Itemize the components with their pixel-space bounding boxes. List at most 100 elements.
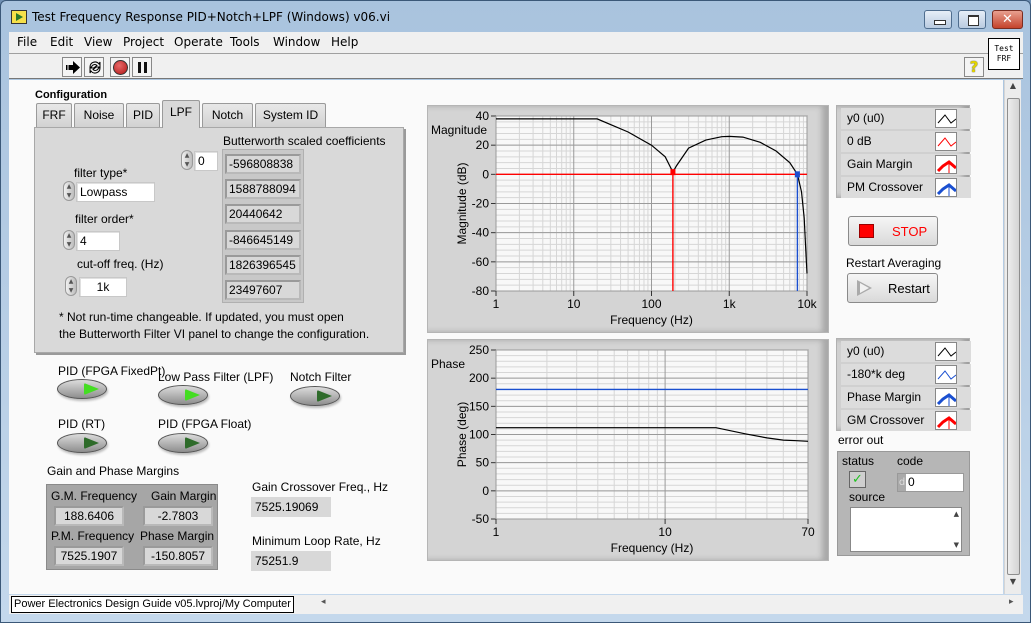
error-code-value: 0 [908,475,915,489]
menu-file[interactable]: File [17,35,37,49]
y-tick-label: 0 [482,484,489,498]
minimize-button[interactable] [924,10,952,29]
legend-label: y0 (u0) [847,111,885,125]
legend-label: Phase Margin [847,390,922,404]
restart-button[interactable]: Restart [847,273,938,303]
legend-item[interactable]: y0 (u0) [841,108,971,129]
led-label-pid-rt: PID (RT) [58,417,106,431]
y-tick-label: -80 [472,284,490,298]
run-arrow-icon [66,61,80,74]
led-pid-rt[interactable] [57,433,107,453]
legend-item[interactable]: -180*k deg [841,364,971,385]
led-notch[interactable] [290,386,340,406]
window-title: Test Frequency Response PID+Notch+LPF (W… [32,10,391,24]
led-label-notch: Notch Filter [290,370,352,384]
menu-operate[interactable]: Operate [174,35,223,49]
filter-order-spinner[interactable]: ▲ ▼ [63,230,75,250]
x-tick-label: 10 [658,525,672,539]
close-button[interactable]: ✕ [992,10,1023,29]
play-triangle-inner [860,283,869,293]
y-tick-label: -40 [472,226,490,240]
error-status-label: status [842,454,875,468]
legend-line-icon [935,388,957,407]
legend-item[interactable]: PM Crossover [841,177,971,198]
legend-line-icon [935,365,957,384]
menu-view[interactable]: View [84,35,112,49]
run-button[interactable] [62,57,82,77]
menu-edit[interactable]: Edit [50,35,73,49]
pm-frequency-label: P.M. Frequency [51,529,135,543]
tab-notch[interactable]: Notch [202,103,253,127]
legend-label: Gain Margin [847,157,913,171]
x-tick-label: 1 [493,297,500,311]
error-source-text: ▲ ▼ [850,507,962,552]
legend-label: GM Crossover [847,413,925,427]
magnitude-graph[interactable]: 40 20 0 -20 -40 -60 -80 1 10 100 1k 10k Frequency (H… [427,105,829,333]
menu-tools[interactable]: Tools [230,35,260,49]
coefficient-3: -846645149 [225,230,301,250]
context-help-button[interactable]: ? [964,57,984,77]
scroll-down-icon[interactable]: ▼ [1005,577,1021,593]
y-tick-label: 50 [476,456,490,470]
x-tick-label: 70 [801,525,815,539]
filter-order-input[interactable]: 4 [76,231,120,251]
scroll-thumb[interactable] [1007,98,1020,575]
y-tick-label: 200 [469,371,489,385]
pause-button[interactable] [132,57,152,77]
gm-frequency-label: G.M. Frequency [51,489,138,503]
menu-window[interactable]: Window [273,35,320,49]
legend-item[interactable]: GM Crossover [841,410,971,431]
legend-item[interactable]: Gain Margin [841,154,971,175]
project-path: Power Electronics Design Guide v05.lvpro… [11,596,294,613]
y-axis-label: Magnitude (dB) [455,162,469,244]
tab-noise[interactable]: Noise [74,103,124,127]
cutoff-freq-input[interactable]: 1k [79,277,127,297]
tab-pid[interactable]: PID [126,103,160,127]
led-pid-fpga-fixedpt[interactable] [57,379,107,399]
restart-label: Restart [888,281,930,296]
legend-item[interactable]: y0 (u0) [841,341,971,362]
phase-graph[interactable]: 250 200 150 100 50 0 -50 1 10 70 Frequency (Hz) Pha… [427,339,829,561]
tab-frf[interactable]: FRF [36,103,72,127]
legend-line-icon [935,132,957,151]
legend-item[interactable]: 0 dB [841,131,971,152]
tab-lpf[interactable]: LPF [162,100,200,128]
run-continuously-button[interactable] [84,57,104,77]
coefficient-5: 23497607 [225,280,301,300]
cutoff-freq-spinner[interactable]: ▲ ▼ [65,276,77,296]
filter-type-ring[interactable]: Lowpass [76,182,155,202]
tab-system-id[interactable]: System ID [255,103,326,127]
legend-line-icon [935,411,957,430]
stop-button[interactable]: STOP [848,216,938,246]
source-scroll-down-icon[interactable]: ▼ [954,541,959,549]
hscroll-left-icon[interactable]: ◂ [321,597,326,607]
coefficient-4: 1826396545 [225,255,301,275]
pm-frequency-value: 7525.1907 [54,546,124,566]
hscroll-right-icon[interactable]: ▸ [1009,597,1014,607]
coef-index-spinner[interactable]: ▲ ▼ [181,150,193,170]
legend-item[interactable]: Phase Margin [841,387,971,408]
menu-help[interactable]: Help [331,35,358,49]
coef-index-input[interactable]: 0 [194,151,218,171]
filter-type-label: filter type* [74,166,128,180]
min-loop-rate-value: 75251.9 [251,551,331,571]
maximize-button[interactable] [958,10,986,29]
led-pid-fpga-float[interactable] [158,433,208,453]
abort-button[interactable] [110,57,130,77]
scroll-up-icon[interactable]: ▲ [1005,81,1021,97]
menu-project[interactable]: Project [123,35,164,49]
gain-margin-value: -2.7803 [143,506,213,526]
abort-icon [113,60,128,75]
legend-line [937,370,956,380]
graph-title: Phase [431,357,465,371]
filter-type-spinner[interactable]: ▲ ▼ [63,181,75,201]
vertical-scrollbar[interactable]: ▲ ▼ [1004,80,1021,594]
close-icon: ✕ [1002,12,1013,27]
error-code-label: code [897,454,924,468]
menu-bar: File Edit View Project Operate Tools Win… [9,32,1023,54]
legend-label: 0 dB [847,134,872,148]
y-tick-label: 0 [482,167,489,181]
source-scroll-up-icon[interactable]: ▲ [954,510,959,518]
gain-crossover-label: Gain Crossover Freq., Hz [252,480,389,494]
led-lpf[interactable] [158,385,208,405]
